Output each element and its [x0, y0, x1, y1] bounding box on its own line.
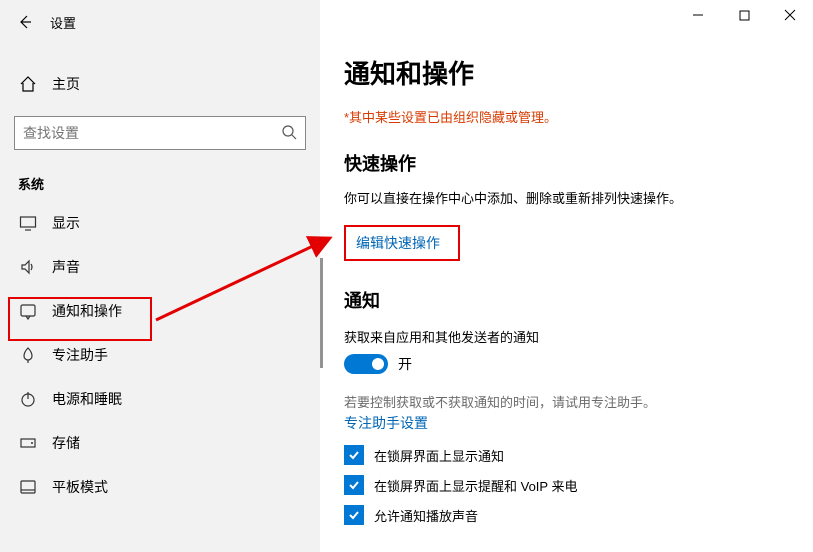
nav-item-label: 显示: [52, 213, 80, 233]
checkbox-row[interactable]: 在锁屏界面上显示提醒和 VoIP 来电: [344, 475, 813, 495]
scrollbar[interactable]: [320, 258, 323, 368]
nav-item-label: 存储: [52, 433, 80, 453]
nav-item-power[interactable]: 电源和睡眠: [0, 377, 320, 421]
maximize-icon: [739, 10, 750, 21]
notifications-toggle[interactable]: [344, 354, 388, 374]
home-label: 主页: [52, 74, 80, 94]
checkbox-icon: [344, 445, 364, 465]
nav-item-label: 平板模式: [52, 477, 108, 497]
policy-note: *其中某些设置已由组织隐藏或管理。: [344, 107, 813, 126]
nav-item-label: 通知和操作: [52, 301, 122, 321]
notifications-toggle-desc: 获取来自应用和其他发送者的通知: [344, 327, 813, 346]
nav-item-tablet[interactable]: 平板模式: [0, 465, 320, 509]
tablet-icon: [18, 477, 38, 497]
search-icon: [281, 124, 297, 143]
search-input[interactable]: [23, 125, 281, 141]
sound-icon: [18, 257, 38, 277]
home-icon: [18, 74, 38, 94]
back-button[interactable]: [10, 7, 40, 37]
nav-item-display[interactable]: 显示: [0, 201, 320, 245]
storage-icon: [18, 433, 38, 453]
nav-item-storage[interactable]: 存储: [0, 421, 320, 465]
edit-quick-actions-link[interactable]: 编辑快速操作: [356, 235, 440, 251]
nav-item-label: 专注助手: [52, 345, 108, 365]
focus-desc: 若要控制获取或不获取通知的时间，请试用专注助手。: [344, 392, 813, 411]
minimize-button[interactable]: [675, 0, 721, 30]
close-button[interactable]: [767, 0, 813, 30]
search-input-container[interactable]: [14, 116, 306, 150]
checkbox-icon: [344, 505, 364, 525]
close-icon: [784, 9, 796, 21]
quick-actions-desc: 你可以直接在操作中心中添加、删除或重新排列快速操作。: [344, 188, 813, 207]
section-header: 系统: [18, 174, 320, 193]
display-icon: [18, 213, 38, 233]
checkbox-row[interactable]: 允许通知播放声音: [344, 505, 813, 525]
page-title: 通知和操作: [344, 54, 813, 91]
nav-item-notifications[interactable]: 通知和操作: [0, 289, 320, 333]
checkbox-label: 允许通知播放声音: [374, 506, 478, 525]
edit-quick-actions-highlight: 编辑快速操作: [344, 225, 460, 261]
toggle-label: 开: [398, 354, 412, 374]
checkbox-icon: [344, 475, 364, 495]
arrow-left-icon: [17, 14, 33, 30]
minimize-icon: [692, 9, 704, 21]
nav-item-focus[interactable]: 专注助手: [0, 333, 320, 377]
checkbox-label: 在锁屏界面上显示通知: [374, 446, 504, 465]
window-title: 设置: [50, 13, 76, 32]
checkbox-row[interactable]: 在锁屏界面上显示通知: [344, 445, 813, 465]
nav-item-label: 电源和睡眠: [52, 389, 122, 409]
nav-item-label: 声音: [52, 257, 80, 277]
nav-item-sound[interactable]: 声音: [0, 245, 320, 289]
sidebar: 设置 主页 系统 显示 声音: [0, 0, 320, 552]
notifications-icon: [18, 301, 38, 321]
notifications-title: 通知: [344, 287, 813, 313]
quick-actions-title: 快速操作: [344, 150, 813, 176]
power-icon: [18, 389, 38, 409]
focus-icon: [18, 345, 38, 365]
focus-assist-link[interactable]: 专注助手设置: [344, 413, 813, 433]
home-button[interactable]: 主页: [0, 66, 320, 102]
maximize-button[interactable]: [721, 0, 767, 30]
content-area: 通知和操作 *其中某些设置已由组织隐藏或管理。 快速操作 你可以直接在操作中心中…: [320, 0, 813, 552]
checkbox-label: 在锁屏界面上显示提醒和 VoIP 来电: [374, 476, 577, 495]
